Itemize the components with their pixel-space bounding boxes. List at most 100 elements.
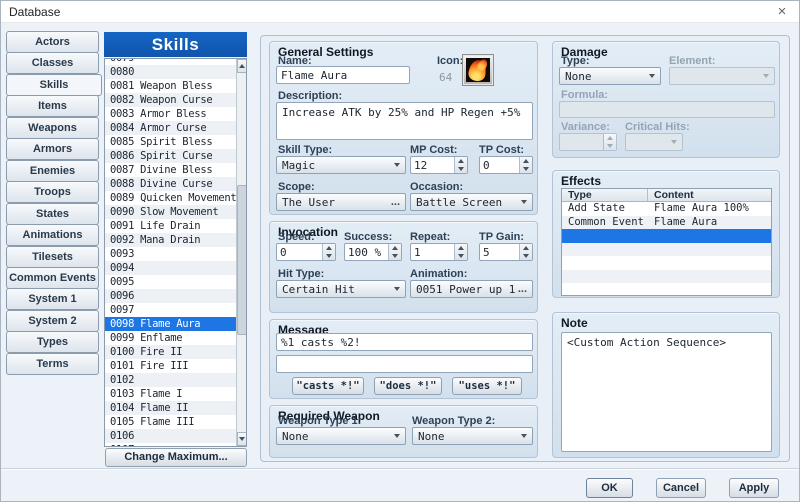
tp-cost-spinner[interactable]: 0 xyxy=(479,156,533,174)
scrollbar-thumb[interactable] xyxy=(237,185,247,335)
effects-row[interactable]: Add StateFlame Aura 100% xyxy=(562,202,771,216)
scroll-up-button[interactable] xyxy=(237,59,247,73)
success-spinner[interactable]: 100 % xyxy=(344,243,402,261)
tab-terms[interactable]: Terms xyxy=(6,353,99,375)
tab-animations[interactable]: Animations xyxy=(6,224,99,246)
effects-table[interactable]: Type Content Add StateFlame Aura 100%Com… xyxy=(561,188,772,296)
spinner-down-icon[interactable] xyxy=(520,165,532,173)
effects-row[interactable] xyxy=(562,243,771,257)
cancel-button[interactable]: Cancel xyxy=(656,478,706,498)
list-item[interactable]: 0083 Armor Bless xyxy=(105,107,236,121)
list-item[interactable]: 0082 Weapon Curse xyxy=(105,93,236,107)
tab-system-1[interactable]: System 1 xyxy=(6,288,99,310)
tab-items[interactable]: Items xyxy=(6,95,99,117)
tp-gain-spinner[interactable]: 5 xyxy=(479,243,533,261)
list-item[interactable]: 0080 xyxy=(105,65,236,79)
list-item[interactable]: 0104 Flame II xyxy=(105,401,236,415)
tab-classes[interactable]: Classes xyxy=(6,52,99,74)
spinner-up-icon[interactable] xyxy=(455,244,467,252)
list-item[interactable]: 0100 Fire II xyxy=(105,345,236,359)
list-item[interactable]: 0101 Fire III xyxy=(105,359,236,373)
tab-troops[interactable]: Troops xyxy=(6,181,99,203)
list-item[interactable]: 0084 Armor Curse xyxy=(105,121,236,135)
name-input[interactable]: Flame Aura xyxy=(276,66,410,84)
close-icon[interactable]: × xyxy=(773,1,791,23)
skill-type-dropdown[interactable]: Magic xyxy=(276,156,406,174)
message-preset-button[interactable]: "casts *!" xyxy=(292,377,364,395)
list-item[interactable]: 0093 xyxy=(105,247,236,261)
spinner-up-icon[interactable] xyxy=(520,244,532,252)
list-item[interactable]: 0081 Weapon Bless xyxy=(105,79,236,93)
occasion-dropdown[interactable]: Battle Screen xyxy=(410,193,533,211)
list-item[interactable]: 0088 Divine Curse xyxy=(105,177,236,191)
note-textarea[interactable]: <Custom Action Sequence> xyxy=(561,332,772,452)
effects-row[interactable]: Common EventFlame Aura xyxy=(562,216,771,230)
list-item[interactable]: 0105 Flame III xyxy=(105,415,236,429)
scrollbar[interactable] xyxy=(236,59,246,446)
spinner-up-icon[interactable] xyxy=(323,244,335,252)
list-item[interactable]: 0095 xyxy=(105,275,236,289)
effects-row[interactable] xyxy=(562,229,771,243)
ok-button[interactable]: OK xyxy=(586,478,633,498)
weapon-type1-dropdown[interactable]: None xyxy=(276,427,406,445)
mp-cost-spinner[interactable]: 12 xyxy=(410,156,468,174)
spinner-down-icon[interactable] xyxy=(455,165,467,173)
message-preset-button[interactable]: "uses *!" xyxy=(452,377,522,395)
tab-actors[interactable]: Actors xyxy=(6,31,99,53)
tab-tilesets[interactable]: Tilesets xyxy=(6,246,99,268)
list-item[interactable]: 0096 xyxy=(105,289,236,303)
skill-list[interactable]: 007900800081 Weapon Bless0082 Weapon Cur… xyxy=(104,58,247,447)
weapon-type2-dropdown[interactable]: None xyxy=(412,427,533,445)
list-item[interactable]: 0099 Enflame xyxy=(105,331,236,345)
list-item[interactable]: 0098 Flame Aura xyxy=(105,317,236,331)
list-item[interactable]: 0085 Spirit Bless xyxy=(105,135,236,149)
list-item[interactable]: 0097 xyxy=(105,303,236,317)
tab-types[interactable]: Types xyxy=(6,331,99,353)
list-item[interactable]: 0106 xyxy=(105,429,236,443)
hit-type-dropdown[interactable]: Certain Hit xyxy=(276,280,406,298)
tab-common-events[interactable]: Common Events xyxy=(6,267,99,289)
tab-weapons[interactable]: Weapons xyxy=(6,117,99,139)
list-item[interactable]: 0079 xyxy=(105,58,236,65)
icon-picker[interactable] xyxy=(462,54,494,86)
list-item[interactable]: 0102 xyxy=(105,373,236,387)
message-line2-input[interactable] xyxy=(276,355,533,373)
tab-skills[interactable]: Skills xyxy=(6,74,102,96)
spinner-up-icon[interactable] xyxy=(455,157,467,165)
list-item[interactable]: 0087 Divine Bless xyxy=(105,163,236,177)
spinner-up-icon[interactable] xyxy=(389,244,401,252)
list-item[interactable]: 0094 xyxy=(105,261,236,275)
list-item[interactable]: 0107 xyxy=(105,443,236,447)
list-item[interactable]: 0092 Mana Drain xyxy=(105,233,236,247)
list-item[interactable]: 0103 Flame I xyxy=(105,387,236,401)
message-preset-button[interactable]: "does *!" xyxy=(374,377,442,395)
tab-armors[interactable]: Armors xyxy=(6,138,99,160)
tab-system-2[interactable]: System 2 xyxy=(6,310,99,332)
dropdown-arrow-icon xyxy=(394,287,400,291)
apply-button[interactable]: Apply xyxy=(729,478,779,498)
scroll-down-button[interactable] xyxy=(237,432,247,446)
repeat-spinner[interactable]: 1 xyxy=(410,243,468,261)
change-maximum-button[interactable]: Change Maximum... xyxy=(105,448,247,467)
scope-picker[interactable]: The User... xyxy=(276,193,406,211)
list-item[interactable]: 0089 Quicken Movement xyxy=(105,191,236,205)
spinner-up-icon[interactable] xyxy=(520,157,532,165)
animation-picker[interactable]: 0051 Power up 1... xyxy=(410,280,533,298)
damage-type-dropdown[interactable]: None xyxy=(559,67,661,85)
tab-enemies[interactable]: Enemies xyxy=(6,160,99,182)
list-item[interactable]: 0091 Life Drain xyxy=(105,219,236,233)
spinner-down-icon[interactable] xyxy=(455,252,467,260)
speed-spinner[interactable]: 0 xyxy=(276,243,336,261)
description-input[interactable]: Increase ATK by 25% and HP Regen +5% xyxy=(276,102,533,140)
list-item[interactable]: 0090 Slow Movement xyxy=(105,205,236,219)
spinner-buttons xyxy=(519,157,532,173)
spinner-down-icon[interactable] xyxy=(323,252,335,260)
tab-states[interactable]: States xyxy=(6,203,99,225)
effects-row[interactable] xyxy=(562,283,771,296)
message-line1-input[interactable]: %1 casts %2! xyxy=(276,333,533,351)
effects-row[interactable] xyxy=(562,256,771,270)
spinner-down-icon[interactable] xyxy=(389,252,401,260)
effects-row[interactable] xyxy=(562,270,771,284)
spinner-down-icon[interactable] xyxy=(520,252,532,260)
list-item[interactable]: 0086 Spirit Curse xyxy=(105,149,236,163)
